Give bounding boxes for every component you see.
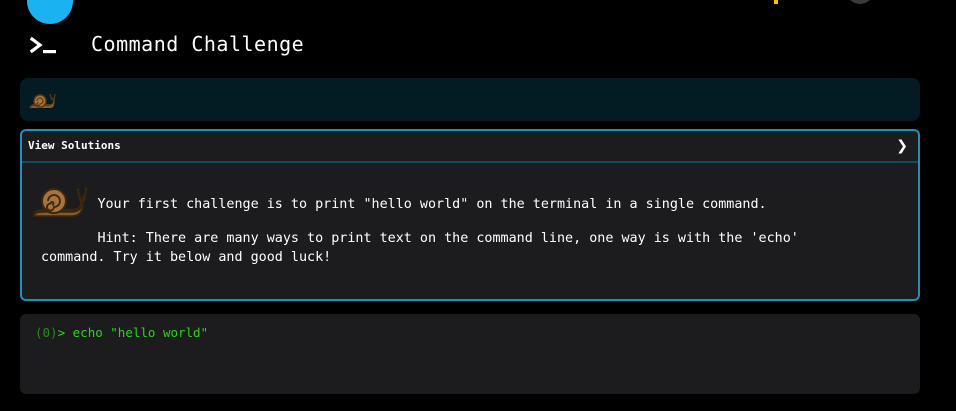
top-indicator xyxy=(774,0,778,4)
terminal-icon[interactable] xyxy=(28,30,62,64)
page-title: Command Challenge xyxy=(91,32,305,56)
exit-code: (0) xyxy=(35,325,58,340)
challenge-description: Your first challenge is to print "hello … xyxy=(41,197,767,212)
header: Command Challenge xyxy=(28,30,304,64)
status-bar xyxy=(20,78,920,121)
view-solutions-label: View Solutions xyxy=(28,139,121,152)
top-decoration xyxy=(27,0,73,24)
page: Command Challenge View Solutions ❯ Your … xyxy=(0,0,956,411)
challenge-panel: View Solutions ❯ Your first challenge is… xyxy=(20,129,920,301)
prompt: > xyxy=(57,325,73,340)
command-input[interactable]: echo "hello world" xyxy=(73,325,208,340)
chevron-right-icon[interactable]: ❯ xyxy=(896,138,908,154)
view-solutions-toggle[interactable]: View Solutions ❯ xyxy=(22,131,918,163)
avatar[interactable] xyxy=(846,0,874,4)
snail-icon xyxy=(29,93,56,109)
terminal[interactable]: (0)> echo "hello world" xyxy=(20,314,920,394)
challenge-hint: Hint: There are many ways to print text … xyxy=(41,231,799,265)
terminal-line: (0)> echo "hello world" xyxy=(35,325,208,340)
